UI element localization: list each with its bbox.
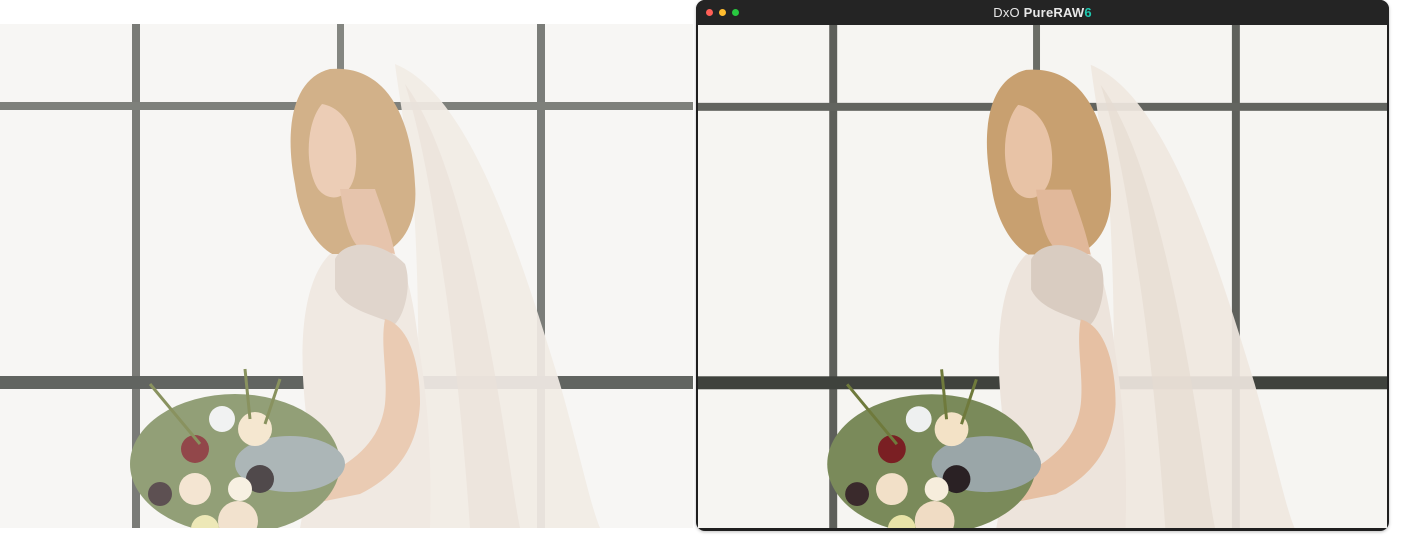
app-window: DxO PureRAW6 (696, 0, 1389, 531)
app-title-version: 6 (1084, 5, 1092, 20)
comparison-stage: DxO PureRAW6 (0, 0, 1403, 547)
before-photo (0, 24, 693, 528)
title-bar[interactable]: DxO PureRAW6 (696, 0, 1389, 25)
after-image (698, 25, 1387, 528)
app-title: DxO PureRAW6 (696, 5, 1389, 20)
image-viewport[interactable] (698, 25, 1387, 528)
app-title-name: PureRAW (1023, 5, 1085, 20)
app-title-prefix: DxO (993, 5, 1020, 20)
before-image (0, 24, 693, 528)
